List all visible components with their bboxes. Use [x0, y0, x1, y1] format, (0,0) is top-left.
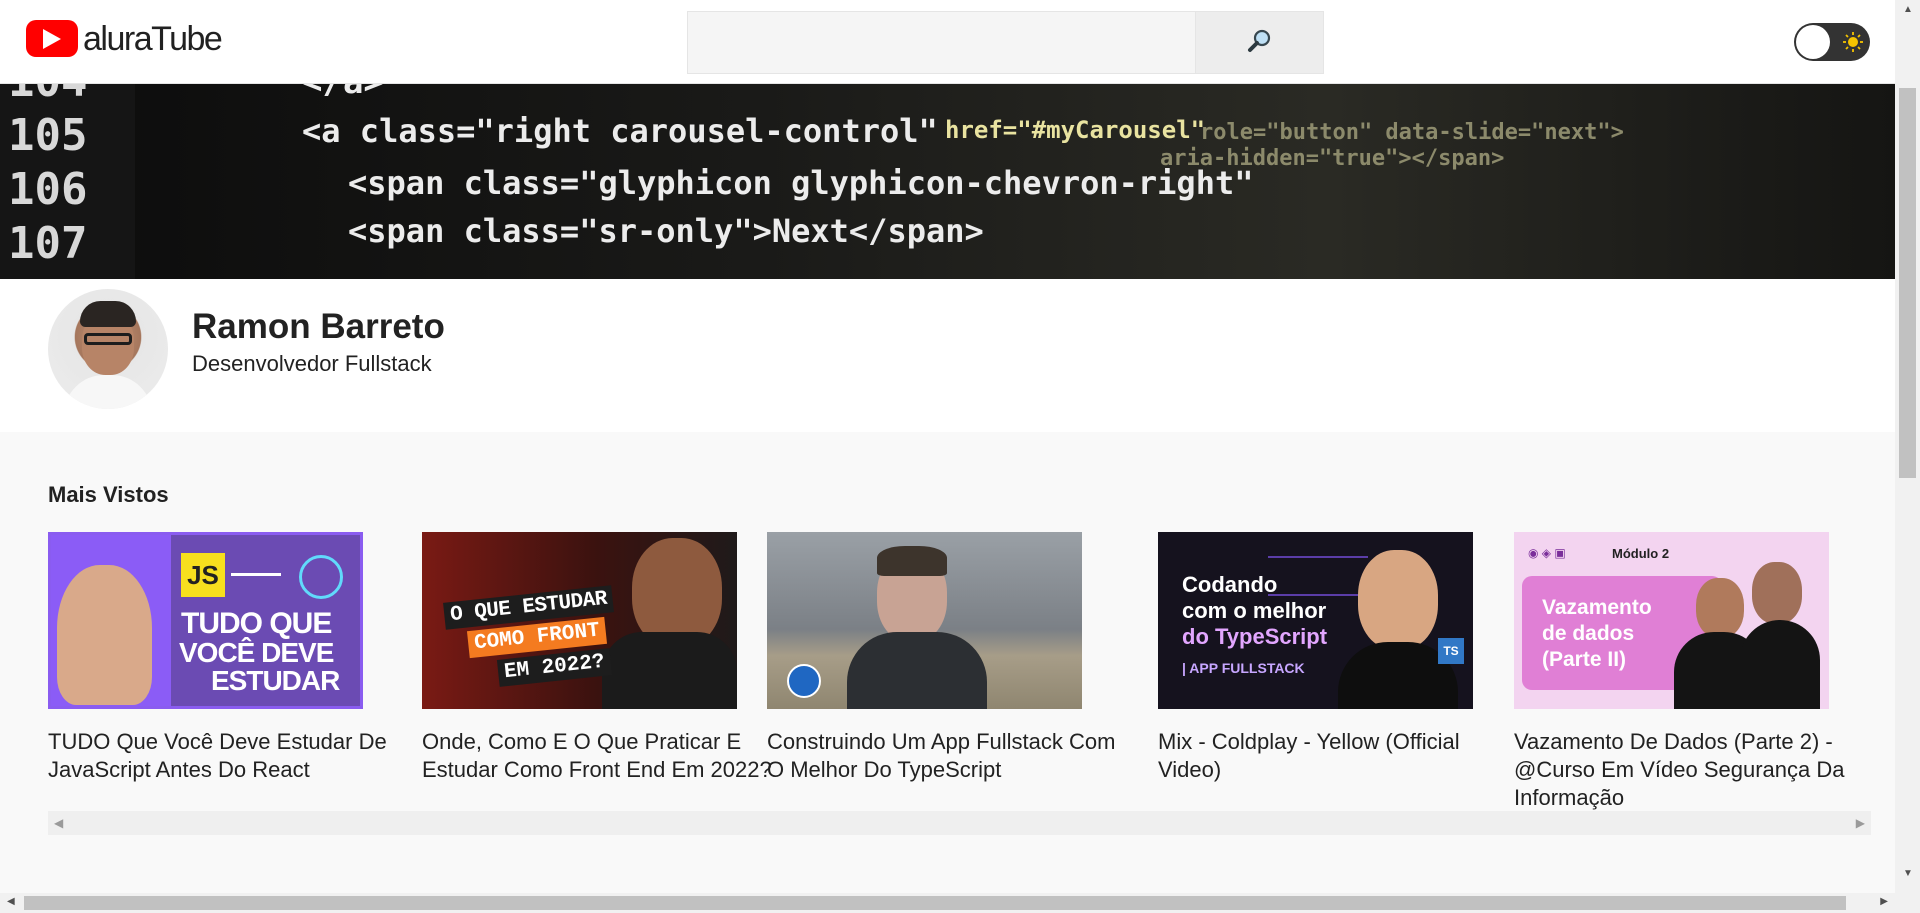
sun-icon [1843, 32, 1863, 57]
avatar-shirt [64, 375, 152, 409]
thumb-deco [1268, 556, 1368, 596]
avatar[interactable] [48, 289, 168, 409]
banner-code-line: <span class="glyphicon glyphicon-chevron… [348, 164, 1254, 202]
banner-code-line: <span class="sr-only">Next</span> [348, 212, 984, 250]
thumb-headline: Vazamento [1542, 596, 1652, 619]
react-icon [299, 555, 343, 599]
section-title: Mais Vistos [48, 482, 169, 507]
logo-text: aluraTube [83, 19, 223, 58]
carousel-scrollbar[interactable]: ◀ ▶ [48, 811, 1871, 835]
warner-logo-icon [787, 664, 821, 698]
video-thumbnail[interactable]: Codando com o melhor do TypeScript | APP… [1158, 532, 1473, 709]
scroll-down-icon[interactable]: ▼ [1903, 868, 1913, 879]
thumb-module-label: Módulo 2 [1612, 546, 1670, 561]
video-title[interactable]: Onde, Como E O Que Praticar E Estudar Co… [422, 728, 772, 784]
thumb-person-body [847, 632, 987, 709]
video-card[interactable]: Codando com o melhor do TypeScript | APP… [1158, 532, 1473, 784]
logo[interactable]: aluraTube [26, 19, 223, 58]
video-title[interactable]: Mix - Coldplay - Yellow (Official Video) [1158, 728, 1508, 784]
thumb-person-body [602, 632, 737, 709]
search-bar [687, 11, 1324, 74]
search-input[interactable] [688, 12, 1196, 73]
shield-icon: ◉ ◈ ▣ [1528, 546, 1566, 560]
banner-line-number: 106 [8, 164, 88, 215]
banner-line-number: 107 [8, 218, 88, 269]
thumb-headline: TUDO QUE [181, 607, 332, 640]
banner-line-number: 105 [8, 110, 88, 161]
thumb-person [1752, 562, 1802, 624]
thumb-person [1696, 578, 1744, 638]
thumb-headline: de dados [1542, 622, 1635, 645]
play-logo-icon [26, 20, 78, 57]
thumb-subtitle: | APP FULLSTACK [1182, 660, 1305, 676]
video-title[interactable]: TUDO Que Você Deve Estudar De JavaScript… [48, 728, 398, 784]
video-thumbnail[interactable]: O QUE ESTUDAR COMO FRONT EM 2022? [422, 532, 737, 709]
page-horizontal-scrollbar[interactable]: ◀ ▶ [0, 893, 1895, 913]
search-icon [1247, 28, 1273, 57]
arrow-icon [231, 573, 281, 576]
scroll-left-icon[interactable]: ◀ [7, 896, 15, 907]
scroll-left-icon[interactable]: ◀ [54, 816, 63, 830]
scroll-right-icon[interactable]: ▶ [1856, 816, 1865, 830]
top-header: aluraTube [0, 0, 1895, 84]
search-button[interactable] [1196, 12, 1323, 73]
banner-line-number: 104 [8, 84, 87, 107]
banner-code-highlight: href="#myCarousel" [945, 116, 1206, 144]
avatar-glasses [84, 333, 132, 345]
video-thumbnail[interactable]: Módulo 2 ◉ ◈ ▣ Vazamento de dados (Parte… [1514, 532, 1829, 709]
theme-toggle[interactable] [1794, 23, 1870, 61]
thumb-person [1358, 550, 1438, 650]
typescript-badge: TS [1438, 638, 1464, 664]
banner-code-line: </a> [302, 84, 384, 102]
thumb-headline: do TypeScript [1182, 624, 1328, 649]
thumb-headline: (Parte II) [1542, 648, 1627, 671]
channel-profile: Ramon Barreto Desenvolvedor Fullstack [0, 279, 1895, 432]
scroll-up-icon[interactable]: ▲ [1903, 4, 1913, 15]
page-vertical-scrollbar[interactable]: ▲ ▼ [1895, 0, 1920, 913]
toggle-knob [1796, 25, 1830, 59]
thumb-headline: com o melhor [1182, 598, 1327, 623]
banner-code-dim: role="button" data-slide="next"> [1200, 120, 1624, 145]
video-title[interactable]: Vazamento De Dados (Parte 2) - @Curso Em… [1514, 728, 1864, 812]
thumb-headline: Codando [1182, 572, 1278, 597]
scrollbar-thumb[interactable] [24, 896, 1846, 910]
profile-name: Ramon Barreto [192, 307, 445, 346]
banner-code-line: <a class="right carousel-control" [302, 112, 938, 150]
avatar-hair [80, 301, 136, 327]
video-thumbnail[interactable]: JS TUDO QUE VOCÊ DEVE ESTUDAR [48, 532, 363, 709]
video-thumbnail[interactable] [767, 532, 1082, 709]
js-badge: JS [181, 553, 225, 597]
thumb-headline: ESTUDAR [211, 665, 340, 696]
thumb-person [57, 565, 152, 705]
video-card[interactable]: O QUE ESTUDAR COMO FRONT EM 2022? Onde, … [422, 532, 772, 784]
profile-role: Desenvolvedor Fullstack [192, 351, 432, 376]
thumb-person-hair [877, 546, 947, 576]
thumb-person-body [1740, 620, 1820, 709]
scroll-right-icon[interactable]: ▶ [1880, 896, 1888, 907]
banner-code-dim: aria-hidden="true"></span> [1160, 146, 1505, 171]
video-card[interactable]: Módulo 2 ◉ ◈ ▣ Vazamento de dados (Parte… [1514, 532, 1845, 812]
channel-banner: 104 </a> 105 <a class="right carousel-co… [0, 84, 1895, 279]
video-card[interactable]: JS TUDO QUE VOCÊ DEVE ESTUDAR TUDO Que V… [48, 532, 387, 784]
video-carousel: JS TUDO QUE VOCÊ DEVE ESTUDAR TUDO Que V… [48, 532, 1871, 812]
video-title[interactable]: Construindo Um App Fullstack Com O Melho… [767, 728, 1117, 784]
scrollbar-thumb[interactable] [1899, 88, 1916, 478]
video-card[interactable]: Construindo Um App Fullstack Com O Melho… [767, 532, 1115, 784]
